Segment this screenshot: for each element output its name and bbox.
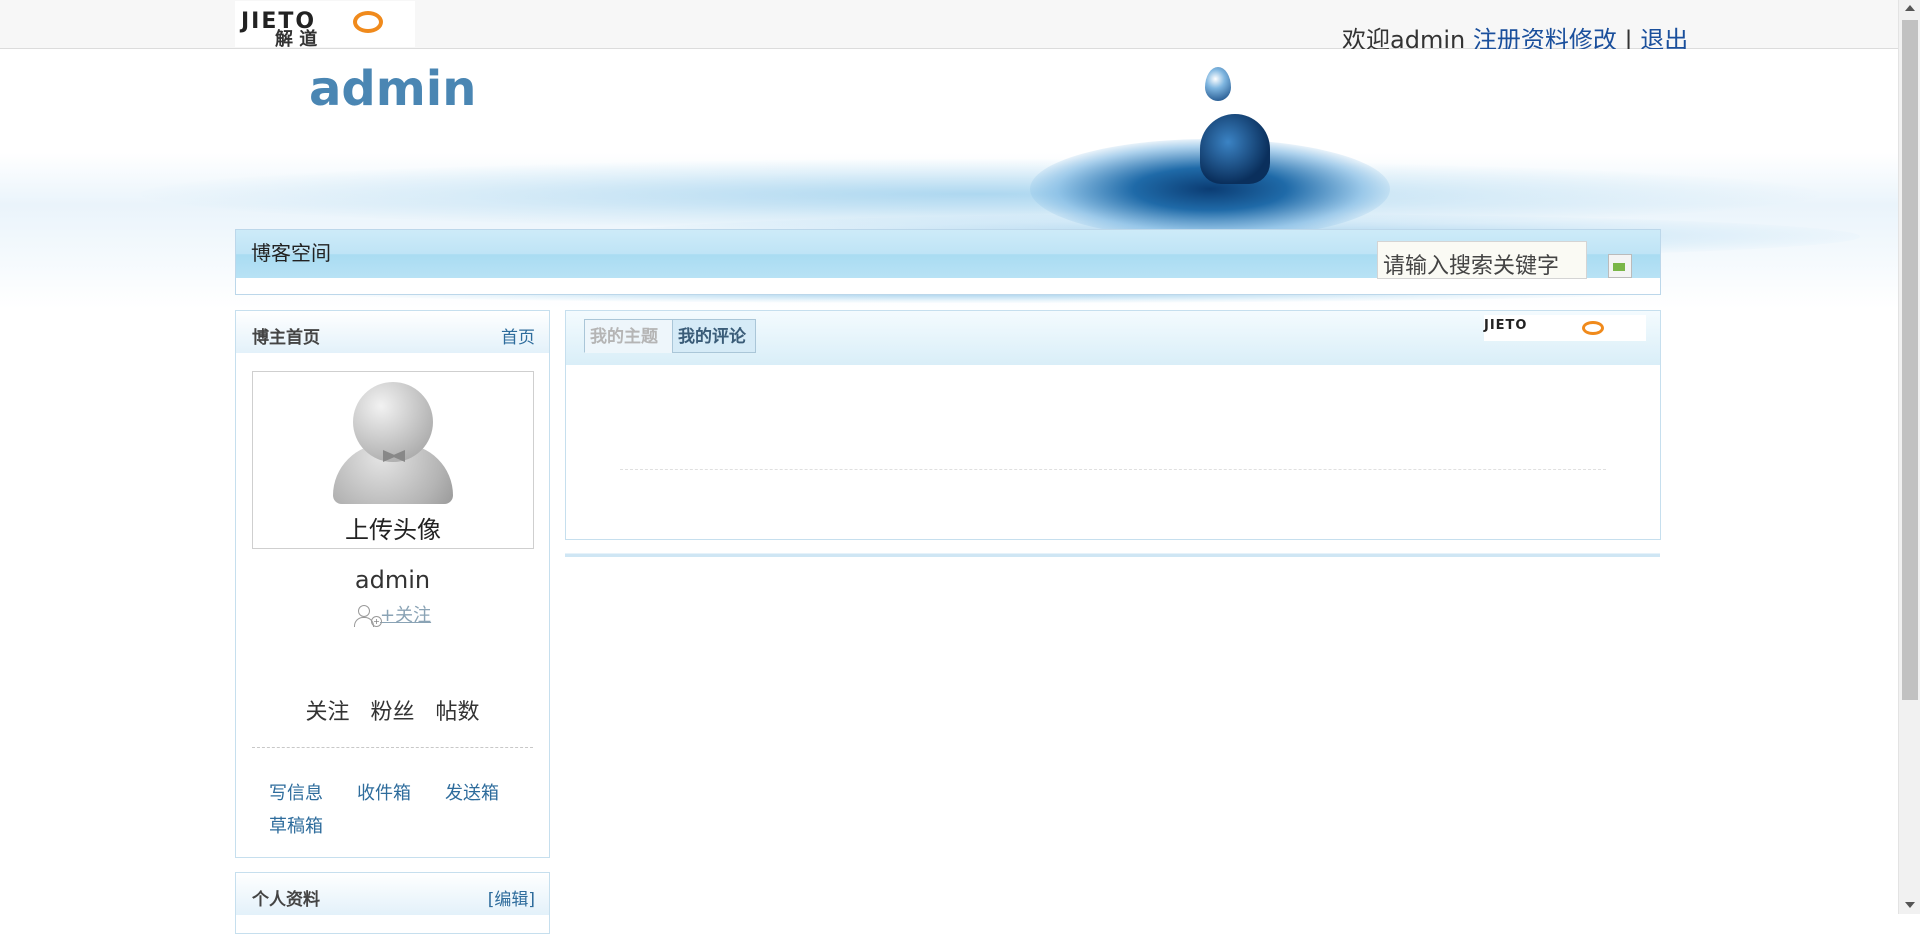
upload-avatar-label: 上传头像	[345, 516, 441, 544]
nav-bar: 博客空间 请输入搜索关键字	[235, 229, 1661, 295]
water-splash-peak	[1200, 114, 1270, 184]
divider	[252, 747, 533, 748]
scroll-down-icon[interactable]	[1905, 902, 1915, 908]
search-button-icon[interactable]	[1608, 254, 1632, 278]
small-logo: JIETO	[1484, 315, 1646, 341]
drafts-link[interactable]: 草稿箱	[269, 812, 323, 838]
home-link[interactable]: 首页	[501, 323, 535, 348]
follow-control[interactable]: + +关注	[354, 601, 431, 628]
blog-title: admin	[309, 61, 477, 117]
site-logo[interactable]: JIETO 解 道	[235, 1, 415, 50]
follow-link[interactable]: +关注	[380, 605, 431, 626]
panel-header: 个人资料 [编辑]	[236, 873, 549, 915]
write-message-link[interactable]: 写信息	[269, 779, 323, 805]
blogger-home-panel: 博主首页 首页 上传头像 admin + +关注 关注 粉丝 帖数 写信息 收件…	[235, 310, 550, 858]
search-input[interactable]: 请输入搜索关键字	[1377, 241, 1587, 279]
stat-following[interactable]: 关注	[305, 700, 349, 725]
top-bar: JIETO 解 道 欢迎admin 注册资料修改 | 退出	[0, 0, 1898, 54]
content-underline	[565, 553, 1660, 557]
avatar-upload[interactable]: 上传头像	[252, 371, 534, 549]
nav-title[interactable]: 博客空间	[251, 237, 331, 266]
edit-profile-button[interactable]: [编辑]	[488, 885, 535, 910]
avatar-head	[353, 382, 433, 462]
outbox-link[interactable]: 发送箱	[445, 779, 499, 805]
water-drop-image	[1205, 67, 1231, 101]
scroll-thumb[interactable]	[1902, 20, 1918, 700]
panel-header: 博主首页 首页	[236, 311, 549, 353]
vertical-scrollbar[interactable]	[1898, 0, 1920, 914]
scroll-up-icon[interactable]	[1905, 5, 1915, 11]
add-user-icon: +	[354, 604, 382, 628]
stat-fans[interactable]: 粉丝	[370, 700, 414, 725]
stat-posts[interactable]: 帖数	[436, 700, 480, 725]
logo-ring-icon	[1582, 321, 1604, 335]
content-panel: 我的主题 我的评论 JIETO	[565, 310, 1661, 540]
tabs-bar: 我的主题 我的评论 JIETO	[566, 311, 1660, 365]
content-divider	[620, 469, 1606, 470]
panel-title: 个人资料	[252, 890, 320, 910]
logo-ring-icon	[353, 11, 383, 33]
small-logo-text: JIETO	[1484, 318, 1528, 333]
tab-my-topics[interactable]: 我的主题	[584, 319, 674, 353]
personal-info-panel: 个人资料 [编辑]	[235, 872, 550, 934]
user-stats: 关注 粉丝 帖数	[236, 694, 549, 726]
logo-text-bottom: 解 道	[275, 29, 318, 50]
user-name: admin	[354, 566, 431, 594]
tab-my-comments[interactable]: 我的评论	[672, 319, 756, 353]
inbox-link[interactable]: 收件箱	[357, 779, 411, 805]
panel-title: 博主首页	[252, 328, 320, 348]
